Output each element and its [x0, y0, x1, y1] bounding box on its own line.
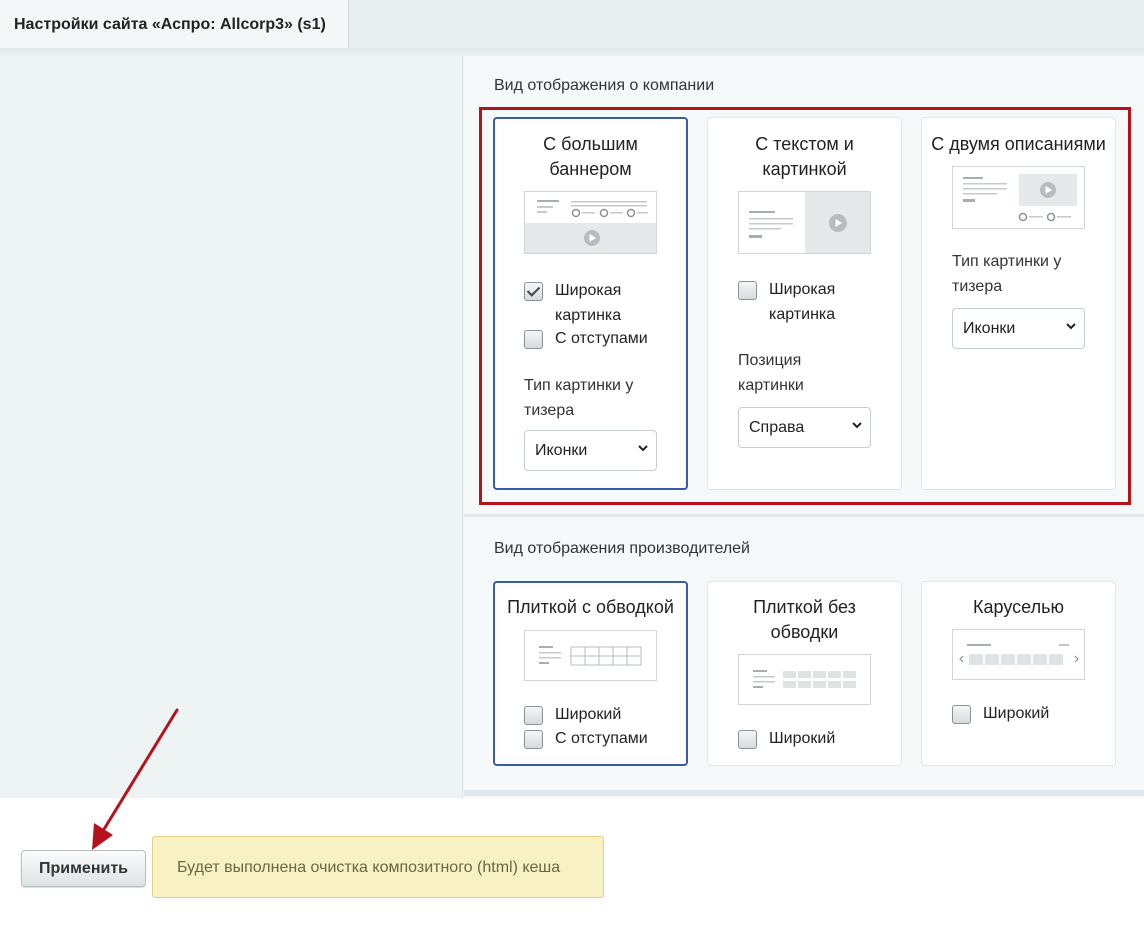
checkbox-label: Широкий	[983, 705, 1050, 722]
preview-text-and-picture	[738, 191, 871, 254]
chevron-down-icon	[852, 422, 862, 429]
section-divider	[464, 514, 1144, 517]
brands-option-tiles-bordered[interactable]: Плиткой с обводкой Широкий С отступами	[493, 581, 688, 766]
checkbox-wide[interactable]: Широкий	[738, 729, 835, 751]
checkbox-wide-picture[interactable]: Широкая картинка	[738, 280, 835, 327]
preview-tiles-no-border	[738, 654, 871, 705]
teaser-image-type-select[interactable]: Иконки	[524, 430, 657, 471]
checkbox-with-padding[interactable]: С отступами	[524, 329, 648, 351]
company-option-text-and-picture[interactable]: С текстом и картинкой Широкая картинка П…	[707, 117, 902, 490]
company-option-two-descriptions[interactable]: С двумя описаниями Тип картинки у тизера…	[921, 117, 1116, 490]
checkbox-label: С отступами	[555, 330, 648, 347]
company-option-big-banner[interactable]: С большим баннером Широкая картинка С от…	[493, 117, 688, 490]
picture-position-label: Позиция картинки	[738, 352, 804, 394]
checkbox-icon[interactable]	[524, 330, 543, 349]
checkbox-label: Широкий	[555, 706, 622, 723]
checkbox-icon[interactable]	[738, 730, 757, 749]
checkbox-label: С отступами	[555, 730, 648, 747]
brands-section-title: Вид отображения производителей	[494, 540, 750, 557]
card-title: С двумя описаниями	[931, 134, 1106, 154]
card-title: Каруселью	[973, 597, 1064, 617]
picture-position-select[interactable]: Справа	[738, 407, 871, 448]
preview-tiles-bordered	[524, 630, 657, 681]
card-title: Плиткой с обводкой	[507, 597, 674, 617]
apply-button[interactable]: Применить	[21, 850, 146, 887]
checkbox-icon[interactable]	[524, 706, 543, 725]
checkbox-wide[interactable]: Широкий	[952, 704, 1049, 726]
tab-site-settings[interactable]: Настройки сайта «Аспро: Allcorp3» (s1)	[0, 0, 349, 48]
chevron-down-icon	[638, 445, 648, 452]
checkbox-label: Широкий	[769, 730, 836, 747]
chevron-down-icon	[1066, 323, 1076, 330]
section-divider-bottom	[464, 790, 1144, 796]
brands-option-carousel[interactable]: Каруселью Широкий	[921, 581, 1116, 766]
preview-carousel	[952, 629, 1085, 680]
checkbox-with-padding[interactable]: С отступами	[524, 729, 648, 751]
card-title: С текстом и картинкой	[755, 134, 854, 179]
card-title: Плиткой без обводки	[753, 597, 856, 642]
teaser-image-type-label: Тип картинки у тизера	[952, 253, 1062, 295]
checkbox-icon[interactable]	[738, 281, 757, 300]
teaser-image-type-label: Тип картинки у тизера	[524, 377, 634, 419]
checkbox-icon[interactable]	[952, 705, 971, 724]
checkbox-wide-picture[interactable]: Широкая картинка	[524, 281, 621, 328]
preview-big-banner	[524, 191, 657, 254]
cache-notice: Будет выполнена очистка композитного (ht…	[152, 836, 604, 898]
tab-bar: Настройки сайта «Аспро: Allcorp3» (s1)	[0, 0, 1144, 56]
checkbox-wide[interactable]: Широкий	[524, 705, 621, 727]
brands-option-tiles-no-border[interactable]: Плиткой без обводки Широкий	[707, 581, 902, 766]
checkbox-label: Широкая картинка	[555, 282, 622, 324]
red-arrow-annotation	[92, 708, 179, 850]
company-section-title: Вид отображения о компании	[494, 77, 715, 94]
checkbox-icon[interactable]	[524, 730, 543, 749]
preview-two-descriptions	[952, 166, 1085, 229]
checkbox-label: Широкая картинка	[769, 281, 836, 323]
card-title: С большим баннером	[543, 134, 638, 179]
left-column	[0, 56, 463, 798]
teaser-image-type-select[interactable]: Иконки	[952, 308, 1085, 349]
checkbox-checked-icon[interactable]	[524, 282, 543, 301]
